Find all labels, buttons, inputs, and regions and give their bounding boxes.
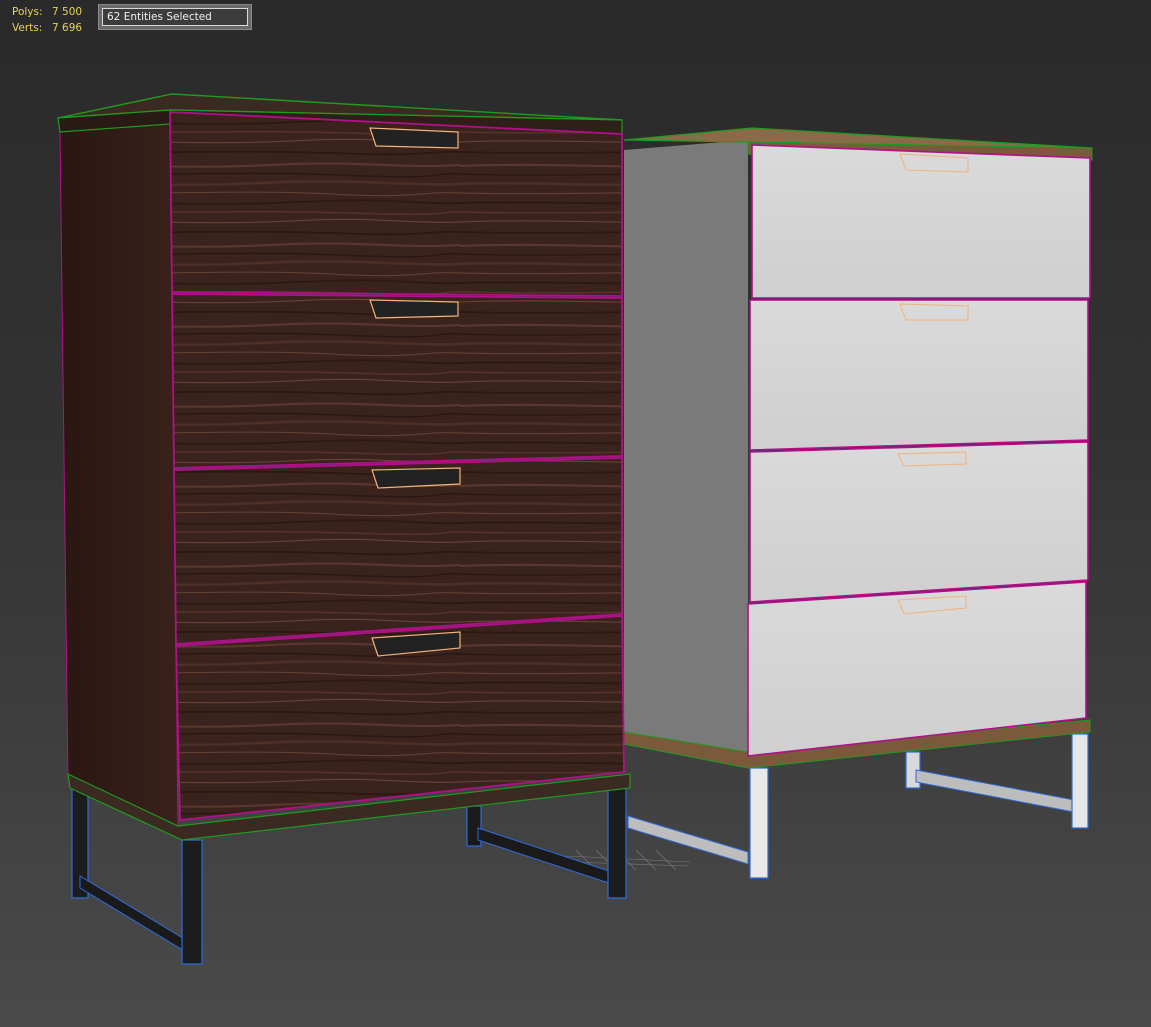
dark-dresser-back-rail xyxy=(477,827,613,885)
white-dresser-side-rail xyxy=(627,815,749,865)
white-dresser-right-leg xyxy=(1071,733,1089,829)
dark-drawer-2[interactable] xyxy=(171,293,623,469)
dark-dresser-side-rail xyxy=(79,875,187,953)
white-dresser-side xyxy=(624,140,748,756)
white-dresser-rail xyxy=(915,769,1075,813)
dark-dresser-right-leg xyxy=(607,787,627,899)
white-dresser-front-leg xyxy=(749,767,769,879)
white-drawer-2[interactable] xyxy=(749,299,1089,451)
dark-drawer-3-handle[interactable] xyxy=(371,467,461,489)
white-drawer-1[interactable] xyxy=(751,144,1091,299)
dark-drawer-3[interactable] xyxy=(173,457,623,645)
white-drawer-3[interactable] xyxy=(749,441,1089,603)
dark-drawer-2-handle[interactable] xyxy=(369,299,459,319)
white-dresser[interactable] xyxy=(623,127,1093,879)
dark-drawer-1-handle[interactable] xyxy=(369,127,459,149)
dark-drawer-1[interactable] xyxy=(169,111,623,297)
dark-wood-dresser[interactable] xyxy=(57,93,631,965)
3d-viewport[interactable] xyxy=(0,0,1151,1027)
dark-dresser-side xyxy=(59,111,179,827)
dark-dresser-front-leg xyxy=(181,839,203,965)
